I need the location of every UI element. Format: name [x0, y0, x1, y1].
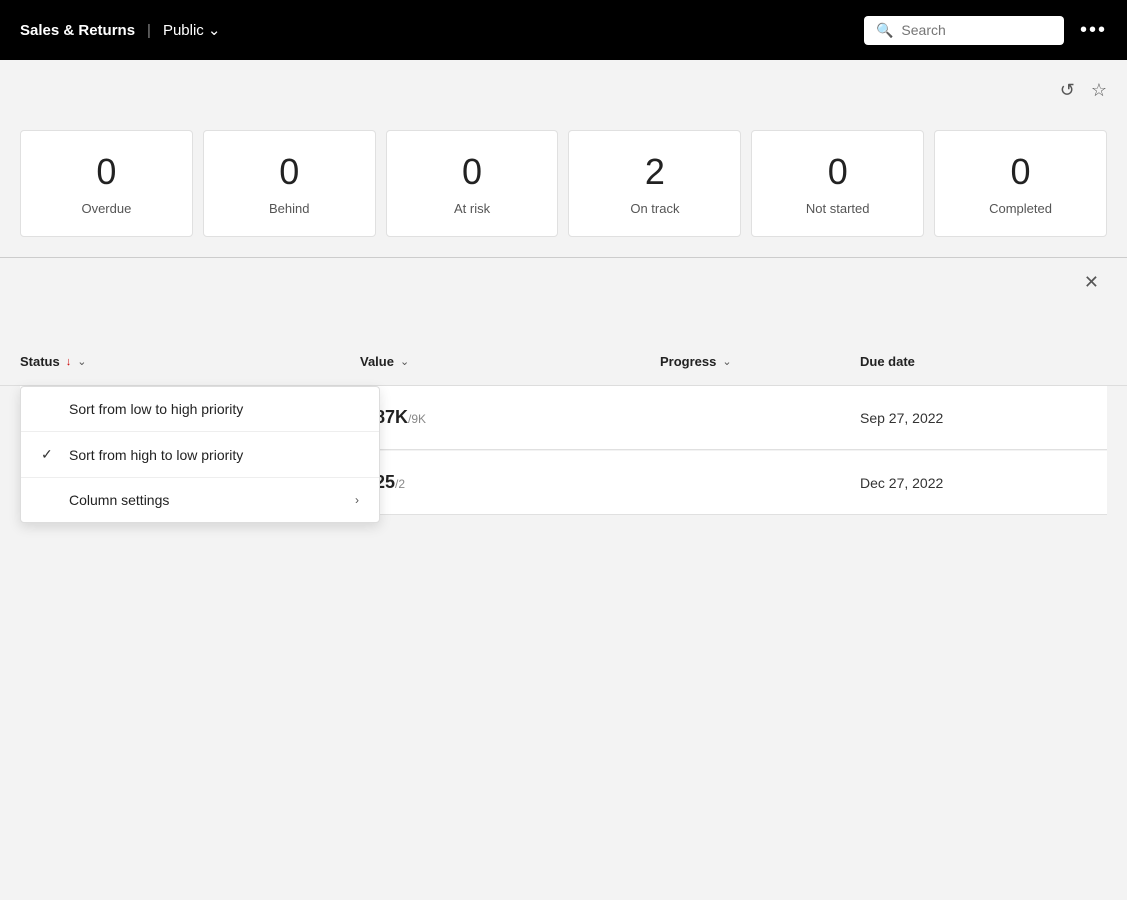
stat-card-behind[interactable]: 0 Behind	[203, 130, 376, 237]
atrisk-number: 0	[462, 151, 482, 193]
stats-section: 0 Overdue 0 Behind 0 At risk 2 On track …	[0, 120, 1127, 257]
status-col-label: Status	[20, 354, 60, 369]
behind-label: Behind	[269, 201, 309, 216]
sort-high-checkmark: ✓	[41, 446, 57, 463]
toolbar-row: ↺ ☆	[0, 60, 1127, 120]
public-label: Public	[163, 22, 204, 39]
overdue-label: Overdue	[81, 201, 131, 216]
sort-low-to-high-item[interactable]: Sort from low to high priority	[21, 387, 379, 431]
duedate-col-label: Due date	[860, 354, 915, 369]
notstarted-label: Not started	[806, 201, 870, 216]
column-settings-item[interactable]: Column settings ›	[21, 478, 379, 522]
sort-high-to-low-item[interactable]: ✓ Sort from high to low priority	[21, 432, 379, 477]
overdue-number: 0	[96, 151, 116, 193]
column-header-progress[interactable]: Progress ⌄	[660, 354, 860, 369]
row-1-value: 7.87K/9K	[360, 407, 660, 428]
completed-label: Completed	[989, 201, 1052, 216]
status-chevron-icon[interactable]: ⌄	[77, 355, 86, 368]
search-input[interactable]	[901, 22, 1052, 38]
status-dropdown-menu: Sort from low to high priority ✓ Sort fr…	[20, 386, 380, 523]
refresh-icon[interactable]: ↺	[1060, 80, 1075, 101]
notstarted-number: 0	[828, 151, 848, 193]
public-chevron-icon: ⌄	[208, 21, 221, 39]
progress-chevron-icon[interactable]: ⌄	[722, 355, 731, 368]
title-divider: |	[147, 22, 151, 39]
behind-number: 0	[279, 151, 299, 193]
stat-card-overdue[interactable]: 0 Overdue	[20, 130, 193, 237]
ontrack-label: On track	[630, 201, 679, 216]
search-icon: 🔍	[876, 22, 893, 39]
favorite-icon[interactable]: ☆	[1091, 80, 1107, 101]
column-header-duedate: Due date	[860, 354, 1107, 369]
value-col-label: Value	[360, 354, 394, 369]
stat-card-ontrack[interactable]: 2 On track	[568, 130, 741, 237]
ontrack-number: 2	[645, 151, 665, 193]
public-dropdown[interactable]: Public ⌄	[163, 21, 220, 39]
column-settings-chevron-icon: ›	[355, 493, 359, 507]
app-title: Sales & Returns	[20, 22, 135, 39]
row-1-duedate: Sep 27, 2022	[860, 410, 1107, 426]
row-2-duedate: Dec 27, 2022	[860, 475, 1107, 491]
top-bar: Sales & Returns | Public ⌄ 🔍 •••	[0, 0, 1127, 60]
context-area: ✕	[0, 258, 1127, 338]
value-chevron-icon[interactable]: ⌄	[400, 355, 409, 368]
sort-low-label: Sort from low to high priority	[69, 401, 243, 417]
stat-card-completed[interactable]: 0 Completed	[934, 130, 1107, 237]
close-button[interactable]: ✕	[1076, 268, 1107, 297]
row-2-value-fraction: /2	[395, 477, 405, 491]
status-sort-icon: ↓	[66, 356, 72, 368]
table-header: Status ↓ ⌄ Value ⌄ Progress ⌄ Due date S…	[0, 338, 1127, 386]
column-header-status[interactable]: Status ↓ ⌄	[20, 354, 360, 369]
completed-number: 0	[1011, 151, 1031, 193]
atrisk-label: At risk	[454, 201, 490, 216]
more-options-icon[interactable]: •••	[1080, 19, 1107, 42]
sort-high-label: Sort from high to low priority	[69, 447, 243, 463]
progress-col-label: Progress	[660, 354, 716, 369]
stats-cards: 0 Overdue 0 Behind 0 At risk 2 On track …	[20, 130, 1107, 237]
stat-card-atrisk[interactable]: 0 At risk	[386, 130, 559, 237]
top-bar-left: Sales & Returns | Public ⌄	[20, 21, 220, 39]
column-settings-checkmark	[41, 492, 57, 508]
column-settings-label: Column settings	[69, 492, 169, 508]
search-box[interactable]: 🔍	[864, 16, 1064, 45]
stat-card-notstarted[interactable]: 0 Not started	[751, 130, 924, 237]
column-header-value[interactable]: Value ⌄	[360, 354, 660, 369]
row-1-value-fraction: /9K	[408, 412, 426, 426]
sort-low-checkmark	[41, 401, 57, 417]
row-2-value: 1.25/2	[360, 472, 660, 493]
close-icon: ✕	[1084, 272, 1099, 292]
top-bar-right: 🔍 •••	[864, 16, 1107, 45]
